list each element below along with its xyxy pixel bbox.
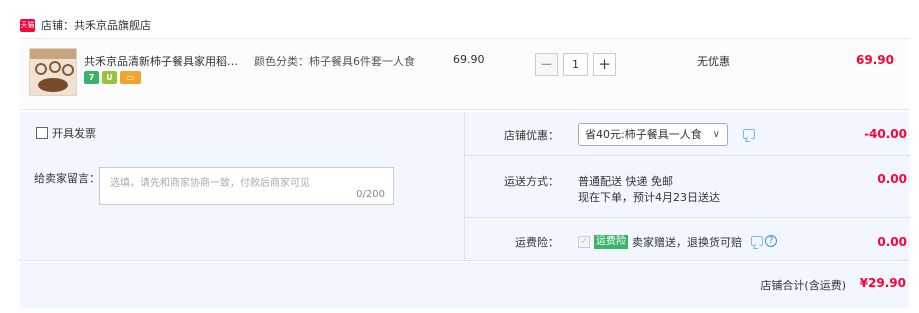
shipping-insurance-label: 运费险： — [515, 236, 559, 249]
order-options-panel: 开具发票 给卖家留言： 选填，请先和商家协商一致，付款后商家可见 0/200 店… — [20, 112, 910, 261]
shipping-insurance-checkbox: ✓ — [578, 236, 590, 248]
seller-message-label: 给卖家留言： — [34, 172, 100, 185]
seller-message-textarea[interactable]: 选填，请先和商家协商一致，付款后商家可见 0/200 — [99, 167, 394, 205]
invoice-checkbox[interactable] — [36, 127, 48, 139]
help-icon[interactable]: ? — [765, 235, 777, 247]
order-options-left: 开具发票 给卖家留言： 选填，请先和商家协商一致，付款后商家可见 0/200 — [20, 112, 464, 261]
shipping-insurance-option: ✓ 运费险 卖家赠送，退换货可赔 — [578, 234, 742, 250]
shipping-insurance-amount: 0.00 — [877, 235, 907, 249]
shop-total-row: 店铺合计(含运费) ¥29.90 — [20, 262, 909, 308]
order-item-row: 共禾京品清新柿子餐具家用稻下... 7 U ▭ 颜色分类：柿子餐具6件套一人食 … — [20, 38, 909, 110]
invoice-option[interactable]: 开具发票 — [36, 125, 96, 141]
shipping-eta: 现在下单，预计4月23日送达 — [578, 191, 720, 204]
seven-day-return-icon[interactable]: 7 — [84, 71, 99, 84]
unit-price: 69.90 — [453, 53, 485, 66]
shop-discount-label: 店铺优惠： — [504, 129, 559, 142]
credit-card-icon[interactable]: ▭ — [120, 71, 141, 84]
shop-discount-amount: -40.00 — [864, 127, 907, 141]
shipping-insurance-row: 运费险： ✓ 运费险 卖家赠送，退换货可赔 ? 0.00 — [465, 218, 910, 261]
shop-total-amount: ¥29.90 — [859, 276, 906, 290]
quantity-stepper: − 1 + — [535, 53, 616, 76]
shipping-label: 运送方式： — [504, 175, 559, 188]
shop-discount-select[interactable]: 省40元:柿子餐具一人食 ∨ — [578, 123, 728, 146]
item-total-price: 69.90 — [856, 53, 894, 67]
shop-total-label: 店铺合计(含运费) — [760, 279, 846, 292]
service-badges: 7 U ▭ — [84, 71, 141, 84]
shipping-insurance-text: 卖家赠送，退换货可赔 — [632, 236, 742, 249]
shop-discount-selected: 省40元:柿子餐具一人食 — [585, 128, 702, 141]
seller-message-placeholder: 选填，请先和商家协商一致，付款后商家可见 — [110, 178, 310, 189]
chat-bubble-icon[interactable] — [751, 236, 763, 246]
quantity-input[interactable]: 1 — [563, 53, 588, 76]
seller-message-char-count: 0/200 — [356, 189, 385, 200]
service-guarantee-icon[interactable]: U — [102, 71, 117, 84]
quantity-decrease-button[interactable]: − — [535, 53, 558, 76]
item-discount: 无优惠 — [697, 55, 730, 68]
shipping-row: 运送方式： 普通配送 快递 免邮 现在下单，预计4月23日送达 0.00 — [465, 156, 910, 218]
shipping-amount: 0.00 — [877, 172, 907, 186]
shipping-method: 普通配送 快递 免邮 — [578, 175, 673, 188]
shipping-insurance-tag: 运费险 — [594, 235, 628, 249]
chat-bubble-icon[interactable] — [743, 129, 755, 139]
quantity-increase-button[interactable]: + — [593, 53, 616, 76]
sku-attribute: 颜色分类：柿子餐具6件套一人食 — [254, 55, 415, 68]
shop-name-link[interactable]: 店铺：共禾京品旗舰店 — [41, 17, 151, 33]
product-title-link[interactable]: 共禾京品清新柿子餐具家用稻下... — [84, 53, 248, 69]
chevron-down-icon: ∨ — [712, 129, 720, 140]
order-options-right: 店铺优惠： 省40元:柿子餐具一人食 ∨ -40.00 运送方式： 普通配送 快… — [464, 112, 910, 261]
shop-header: 天猫 店铺：共禾京品旗舰店 — [20, 15, 151, 35]
invoice-label: 开具发票 — [52, 127, 96, 140]
tmall-shop-icon: 天猫 — [20, 18, 35, 32]
shop-discount-row: 店铺优惠： 省40元:柿子餐具一人食 ∨ -40.00 — [465, 112, 910, 156]
product-thumbnail[interactable] — [29, 48, 77, 96]
